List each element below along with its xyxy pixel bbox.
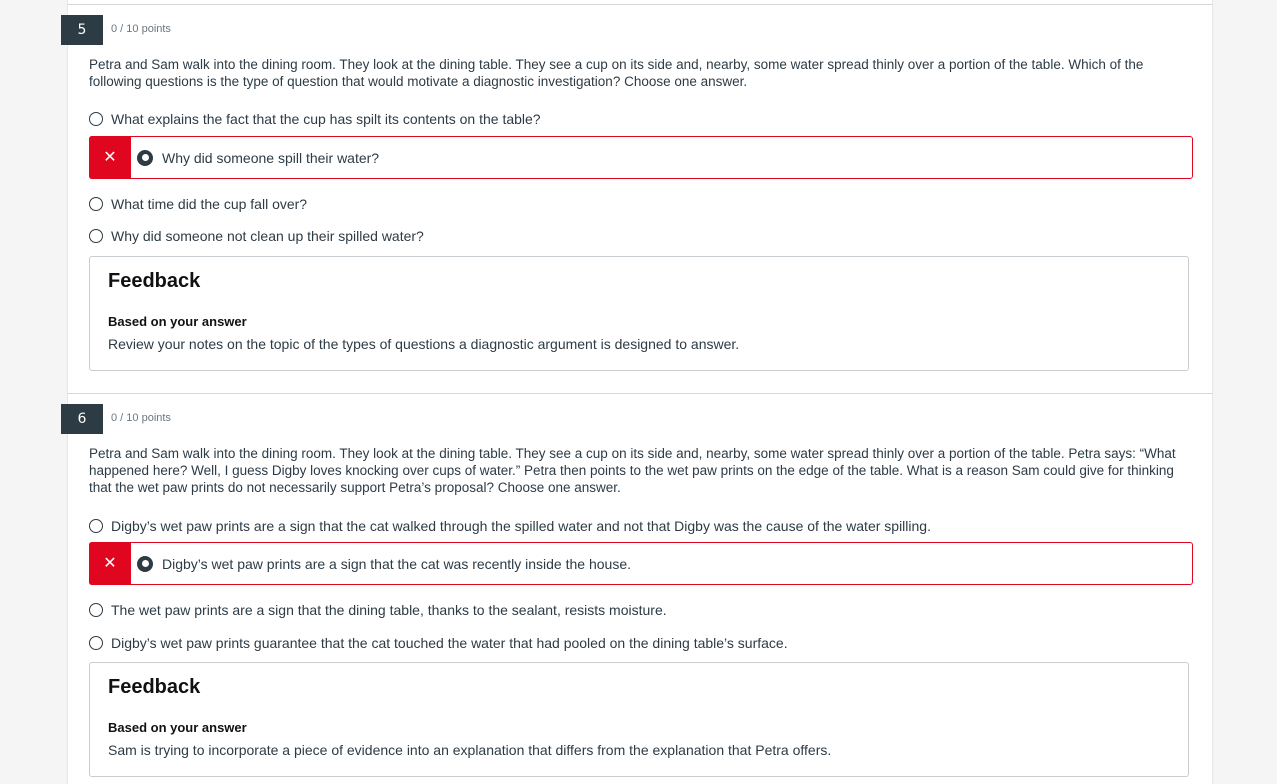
question-text: Petra and Sam walk into the dining room.… bbox=[89, 446, 1176, 495]
answer-option[interactable]: What time did the cup fall over? bbox=[89, 194, 307, 214]
radio-selected-icon[interactable] bbox=[137, 555, 153, 572]
question-points: 0 / 10 points bbox=[111, 23, 171, 35]
answer-option[interactable]: Digby’s wet paw prints are a sign that t… bbox=[89, 516, 931, 536]
feedback-title: Feedback bbox=[108, 270, 201, 292]
feedback-title: Feedback bbox=[108, 676, 201, 698]
radio-unselected-icon[interactable] bbox=[89, 603, 103, 617]
answer-option[interactable]: The wet paw prints are a sign that the d… bbox=[89, 600, 667, 620]
question-text: Petra and Sam walk into the dining room.… bbox=[89, 57, 1144, 89]
answer-option-selected-incorrect[interactable]: ✕ Why did someone spill their water? bbox=[89, 135, 1193, 179]
answer-label: The wet paw prints are a sign that the d… bbox=[111, 602, 667, 618]
answer-option[interactable]: Why did someone not clean up their spill… bbox=[89, 226, 424, 246]
answer-label: Digby’s wet paw prints are a sign that t… bbox=[111, 518, 931, 534]
feedback-text: Sam is trying to incorporate a piece of … bbox=[108, 742, 832, 758]
answer-label: Why did someone spill their water? bbox=[162, 149, 380, 166]
answer-option[interactable]: Digby’s wet paw prints guarantee that th… bbox=[89, 633, 788, 653]
feedback-box: Feedback Based on your answer Sam is try… bbox=[89, 662, 1189, 777]
question-number: 5 bbox=[61, 15, 103, 45]
question-points: 0 / 10 points bbox=[111, 412, 171, 424]
answer-label: Digby’s wet paw prints guarantee that th… bbox=[111, 635, 788, 651]
radio-selected-icon[interactable] bbox=[137, 149, 153, 166]
feedback-subtitle: Based on your answer bbox=[108, 314, 247, 329]
divider bbox=[67, 4, 1213, 5]
answer-label: Why did someone not clean up their spill… bbox=[111, 228, 424, 244]
radio-unselected-icon[interactable] bbox=[89, 112, 103, 126]
radio-unselected-icon[interactable] bbox=[89, 197, 103, 211]
divider bbox=[67, 393, 1213, 394]
radio-unselected-icon[interactable] bbox=[89, 636, 103, 650]
answer-label: What explains the fact that the cup has … bbox=[111, 111, 541, 127]
radio-unselected-icon[interactable] bbox=[89, 229, 103, 243]
answer-option[interactable]: What explains the fact that the cup has … bbox=[89, 109, 541, 129]
feedback-subtitle: Based on your answer bbox=[108, 720, 247, 735]
question-number: 6 bbox=[61, 404, 103, 434]
incorrect-x-icon: ✕ bbox=[89, 541, 131, 585]
incorrect-x-icon: ✕ bbox=[89, 135, 131, 179]
answer-label: Digby’s wet paw prints are a sign that t… bbox=[162, 555, 631, 572]
feedback-text: Review your notes on the topic of the ty… bbox=[108, 336, 740, 352]
radio-unselected-icon[interactable] bbox=[89, 519, 103, 533]
answer-option-selected-incorrect[interactable]: ✕ Digby’s wet paw prints are a sign that… bbox=[89, 541, 1193, 585]
feedback-box: Feedback Based on your answer Review you… bbox=[89, 256, 1189, 371]
answer-label: What time did the cup fall over? bbox=[111, 196, 308, 212]
